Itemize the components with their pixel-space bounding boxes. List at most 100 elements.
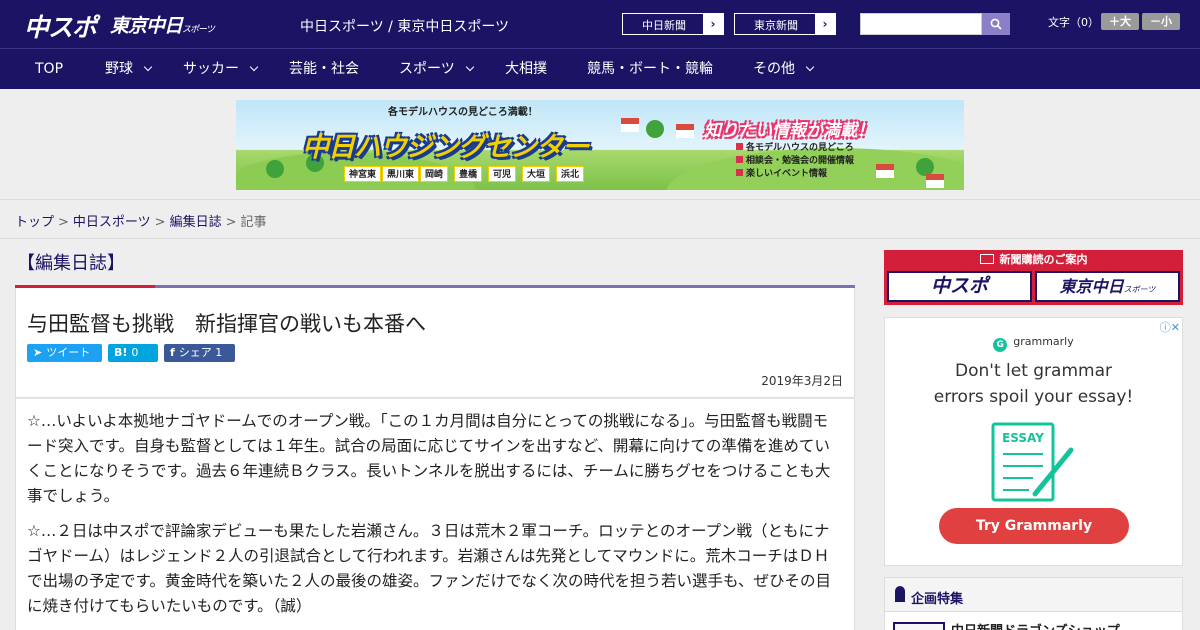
calendar-icon [736,156,743,163]
banner-feature-item: 各モデルハウスの見どころ [736,142,854,155]
site-names: 中日スポーツ / 東京中日スポーツ [300,19,510,35]
housing-center-banner[interactable]: 各モデルハウスの見どころ満載！ 中日ハウジングセンター 知りたい情報が満載！ 各… [236,100,964,190]
nav-item-racing[interactable]: 競馬・ボート・競輪 [587,49,713,89]
grammarly-ad[interactable]: ⓘ✕ Ggrammarly Don't let grammar errors sp… [884,317,1183,566]
chevron-right-icon: › [703,14,723,34]
tree-illustration [646,120,664,138]
search-input[interactable] [860,13,982,35]
nav-label: スポーツ [399,61,455,77]
subscribe-chuspo-link[interactable]: 中スポ [887,271,1032,302]
subscription-heading-text: 新聞購読のご案内 [999,253,1088,266]
city-tag: 大垣 [522,166,551,182]
nav-label: その他 [753,61,795,77]
city-tag: 神宮東 [344,166,382,182]
subscribe-tokyo-main: 東京中日 [1059,277,1124,296]
house-illustration [676,124,694,138]
subscription-heading: 新聞購読のご案内 [884,250,1183,269]
feature-heading: 企画特集 [885,578,1182,612]
breadcrumb-editorial-diary[interactable]: 編集日誌 [170,215,222,230]
breadcrumb-separator: > [225,215,237,230]
banner-feature-item: 楽しいイベント情報 [736,168,854,181]
section-title: 【編集日誌】 [17,253,125,274]
chevron-down-icon [249,62,259,72]
nav-item-others[interactable]: その他 [753,49,815,89]
paper-link-label: 東京新聞 [754,19,798,32]
facebook-icon: f [170,346,175,359]
feature-special-box: 企画特集 中日新聞ドラゴンズショップ [884,577,1183,630]
paper-link-label: 中日新聞 [642,19,686,32]
banner-feature-item: 相談会・勉強会の開催情報 [736,155,854,168]
hatena-count: 0 [131,346,139,359]
nav-item-sumo[interactable]: 大相撲 [505,49,547,89]
heart-icon [736,169,743,176]
ad-brand-name: grammarly [1013,335,1074,348]
chevron-down-icon [465,62,474,72]
subscribe-tokyo-sub: スポーツ [1123,285,1156,294]
essay-illust-text: ESSAY [1002,431,1044,445]
tokyo-shimbun-link[interactable]: 東京新聞 › [734,13,836,35]
tokyo-chunichi-logo[interactable]: 東京中日スポーツ [110,11,215,38]
nav-item-entertainment[interactable]: 芸能・社会 [289,49,359,89]
search-icon [990,18,1002,30]
city-tag: 可児 [488,166,517,182]
hatena-bookmark-button[interactable]: B! 0 [108,344,158,362]
ad-headline-line: Don't let grammar [955,361,1112,381]
nav-item-baseball[interactable]: 野球 [105,49,153,89]
nav-item-sports[interactable]: スポーツ [399,49,474,89]
house-illustration [876,164,894,178]
facebook-share-label: シェア [178,346,212,359]
article-body: ☆…いよいよ本拠地ナゴヤドームでのオープン戦。「この１カ月間は自分にとっての挑戦… [15,398,855,630]
try-grammarly-button[interactable]: Try Grammarly [939,508,1129,544]
article-header: 与田監督も挑戦 新指揮官の戦いも本番へ ➤ ツイート B! 0 f シェア 1 201… [15,288,855,398]
chevron-down-icon [805,62,815,72]
house-icon [736,143,743,150]
city-tag: 豊橋 [454,166,483,182]
font-larger-button[interactable]: ＋大 [1101,13,1139,30]
tokyo-logo-sub: スポーツ [182,25,215,35]
chevron-down-icon [143,62,153,72]
chunichi-shimbun-link[interactable]: 中日新聞 › [622,13,724,35]
publish-date: 2019年3月2日 [761,374,843,388]
article-paragraph: ☆…２日は中スポで評論家デビューも果たした岩瀬さん。３日は荒木２軍コーチ。ロッテ… [27,522,831,615]
facebook-count: 1 [215,346,223,359]
tweet-label: ツイート [46,346,91,359]
nav-item-top[interactable]: TOP [35,49,63,89]
breadcrumb-separator: > [58,215,69,230]
search-button[interactable] [982,13,1010,35]
city-tag: 岡崎 [420,166,449,182]
subscribe-tokyo-chunichi-link[interactable]: 東京中日スポーツ [1035,271,1180,302]
feature-thumbnail[interactable] [893,622,945,630]
article-title: 与田監督も挑戦 新指揮官の戦いも本番へ [27,312,426,336]
banner-feature-text: 楽しいイベント情報 [746,169,828,179]
article-paragraph: ☆…いよいよ本拠地ナゴヤドームでのオープン戦。「この１カ月間は自分にとっての挑戦… [27,412,831,505]
ad-brand: Ggrammarly [885,335,1182,352]
banner-feature-list: 各モデルハウスの見どころ 相談会・勉強会の開催情報 楽しいイベント情報 [736,142,854,181]
breadcrumb: トップ > 中日スポーツ > 編集日誌 > 記事 [0,200,1200,239]
house-illustration [926,174,944,188]
nav-label: 大相撲 [505,61,547,77]
subscription-box: 新聞購読のご案内 中スポ 東京中日スポーツ [884,250,1183,305]
breadcrumb-chunichi-sports[interactable]: 中日スポーツ [73,215,151,230]
breadcrumb-separator: > [154,215,166,230]
banner-catch: 知りたい情報が満載！ [704,121,874,141]
grammarly-logo-icon: G [993,338,1008,352]
newspaper-icon [979,254,994,264]
ad-info-close-icon[interactable]: ⓘ✕ [1160,319,1180,335]
chuspo-logo[interactable]: 中スポ [24,8,97,44]
city-tag: 黒川東 [382,166,420,182]
font-size-label: 文字（0） [1048,16,1099,29]
tweet-button[interactable]: ➤ ツイート [27,344,102,362]
font-smaller-button[interactable]: －小 [1142,13,1180,30]
nav-item-soccer[interactable]: サッカー [183,49,259,89]
ad-headline-line: errors spoil your essay! [933,387,1134,407]
chevron-right-icon: › [815,14,835,34]
nav-label: サッカー [183,61,239,77]
tree-illustration [266,160,284,178]
tokyo-logo-main: 東京中日 [110,15,183,37]
facebook-share-button[interactable]: f シェア 1 [164,344,235,362]
breadcrumb-top[interactable]: トップ [15,215,54,230]
feature-item-link[interactable]: 中日新聞ドラゴンズショップ [951,620,1120,630]
header-bar: 中スポ 東京中日スポーツ 中日スポーツ / 東京中日スポーツ 中日新聞 › 東京… [0,0,1200,48]
banner-top-text: 各モデルハウスの見どころ満載！ [388,107,538,118]
house-illustration [621,118,639,132]
